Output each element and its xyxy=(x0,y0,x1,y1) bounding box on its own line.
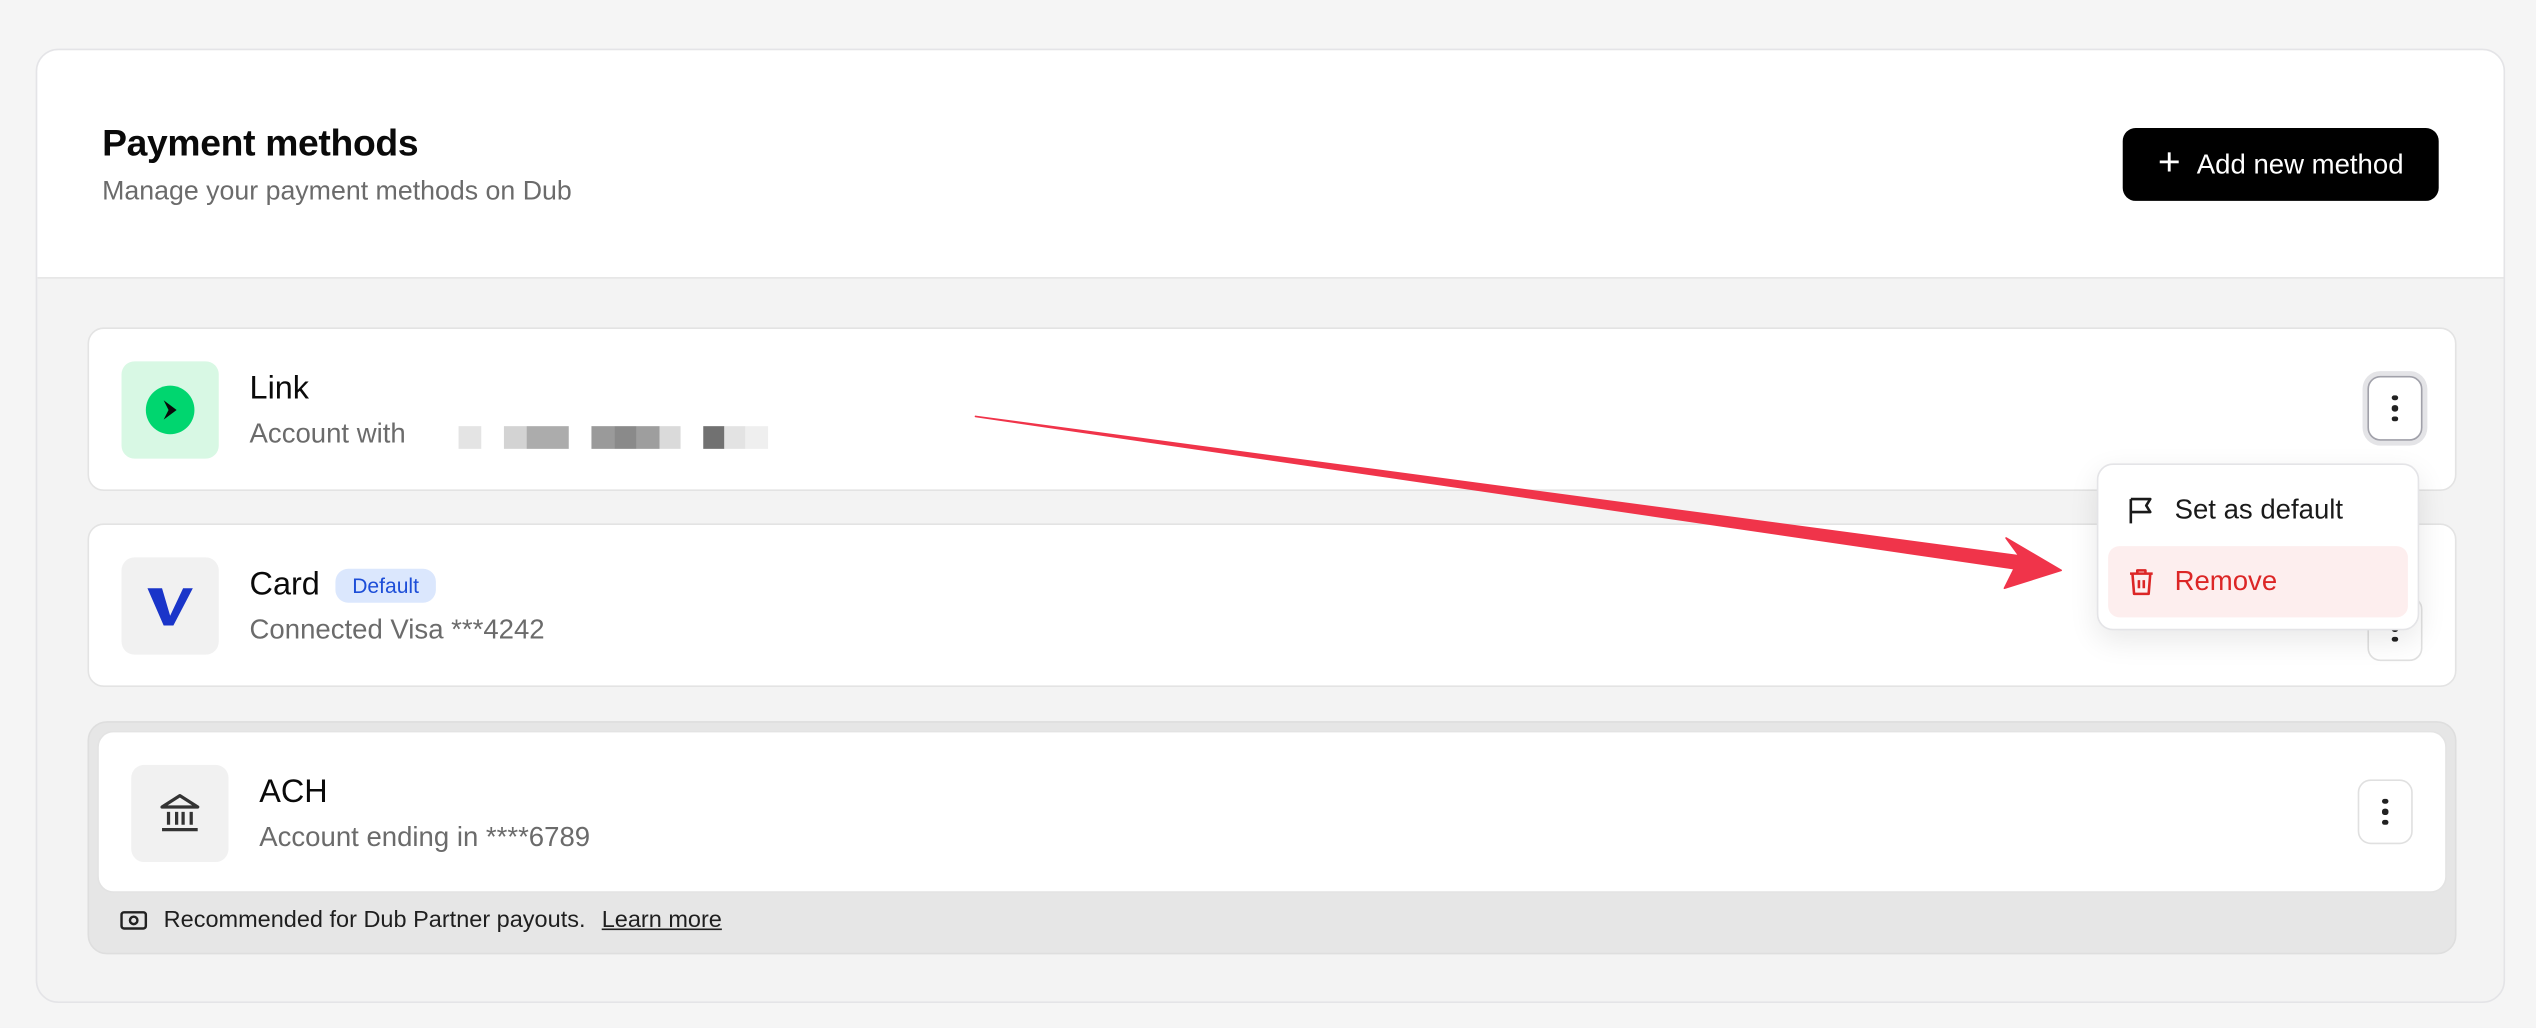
ach-method-wrapper: ACH Account ending in ****6789 Recommend… xyxy=(87,721,2457,955)
set-as-default-item[interactable]: Set as default xyxy=(2108,475,2408,546)
link-logo xyxy=(121,361,219,459)
method-detail: Account ending in ****6789 xyxy=(259,821,591,853)
recommendation-text: Recommended for Dub Partner payouts. xyxy=(163,907,586,934)
method-name: Link xyxy=(250,371,309,408)
panel-header: Payment methods Manage your payment meth… xyxy=(37,50,2504,279)
bank-icon xyxy=(160,793,200,832)
page-subtitle: Manage your payment methods on Dub xyxy=(102,176,572,206)
learn-more-link[interactable]: Learn more xyxy=(602,907,722,933)
method-name: ACH xyxy=(259,775,327,812)
remove-label: Remove xyxy=(2174,565,2278,597)
default-badge: Default xyxy=(336,568,436,603)
page-title: Payment methods xyxy=(102,121,419,164)
add-new-method-button[interactable]: + Add new method xyxy=(2122,128,2439,201)
method-detail: Account with xyxy=(249,418,406,449)
method-name-text: ACH xyxy=(259,774,328,811)
method-name-text: Card xyxy=(249,567,320,603)
more-vertical-icon xyxy=(2392,395,2398,422)
redacted-email xyxy=(458,426,769,449)
set-as-default-label: Set as default xyxy=(2174,494,2344,526)
add-new-method-label: Add new method xyxy=(2196,148,2404,180)
method-name: Card Default xyxy=(250,567,436,604)
link-more-button[interactable] xyxy=(2367,375,2423,441)
method-name-text: Link xyxy=(249,371,310,407)
visa-logo xyxy=(121,557,219,655)
ach-more-button[interactable] xyxy=(2357,779,2413,845)
payment-method-ach: ACH Account ending in ****6789 xyxy=(97,730,2447,893)
ach-recommendation: Recommended for Dub Partner payouts. Lea… xyxy=(120,907,722,933)
remove-item[interactable]: Remove xyxy=(2108,546,2408,618)
trash-icon xyxy=(2130,569,2153,596)
visa-v-icon xyxy=(147,588,193,626)
plus-icon: + xyxy=(2157,140,2181,184)
payment-method-link: Link Account with xyxy=(87,327,2457,491)
flag-icon xyxy=(2129,497,2152,524)
money-icon xyxy=(120,911,148,930)
bank-logo xyxy=(131,764,229,863)
stage: Payment methods Manage your payment meth… xyxy=(0,0,2536,1028)
method-detail: Connected Visa ***4242 xyxy=(249,614,545,645)
more-vertical-icon xyxy=(2382,798,2388,825)
link-arrow-icon xyxy=(145,385,195,435)
method-actions-menu: Set as default Remove xyxy=(2096,463,2420,631)
